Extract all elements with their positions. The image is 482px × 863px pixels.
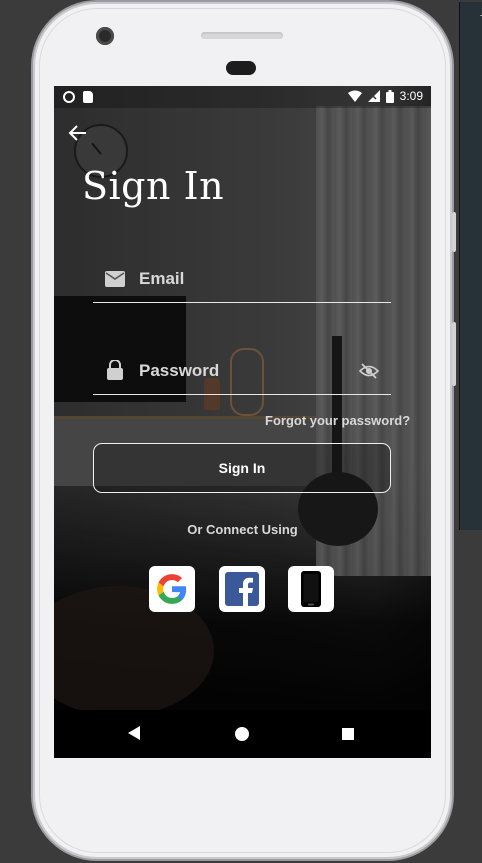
nav-recents-icon[interactable] [342,728,354,740]
nav-home-icon[interactable] [235,727,249,741]
facebook-button[interactable] [219,566,265,612]
back-arrow-icon[interactable] [68,122,96,150]
sd-card-icon [83,91,93,103]
phone-icon [301,571,321,607]
status-time: 3:09 [399,89,423,103]
proximity-sensor [226,61,256,75]
password-field [93,346,391,395]
email-icon [105,271,125,287]
forgot-password-link[interactable]: Forgot your password? [265,413,410,428]
emulator-side-panel: – [459,2,482,530]
signal-icon [367,90,380,102]
password-input[interactable] [137,356,341,386]
wifi-icon [347,90,362,102]
notification-circle-icon [63,91,75,103]
email-field [93,254,391,303]
visibility-off-icon[interactable] [359,362,379,380]
page-title: Sign In [82,164,225,208]
email-input[interactable] [137,264,341,294]
phone-login-button[interactable] [288,566,334,612]
earpiece-speaker [201,32,283,39]
sign-in-button[interactable]: Sign In [93,443,391,493]
status-bar: 3:09 [54,86,431,108]
volume-button [452,212,456,252]
app-screen: 3:09 Sign In Forgot your password? Sign … [54,86,431,758]
facebook-icon [225,572,259,606]
lock-icon [107,360,123,380]
google-icon [157,574,187,604]
power-button [452,322,456,386]
front-camera [96,27,114,45]
battery-icon [385,89,394,103]
android-nav-bar [54,710,431,758]
nav-back-icon[interactable] [128,726,140,740]
or-connect-label: Or Connect Using [187,522,298,537]
google-button[interactable] [149,566,195,612]
